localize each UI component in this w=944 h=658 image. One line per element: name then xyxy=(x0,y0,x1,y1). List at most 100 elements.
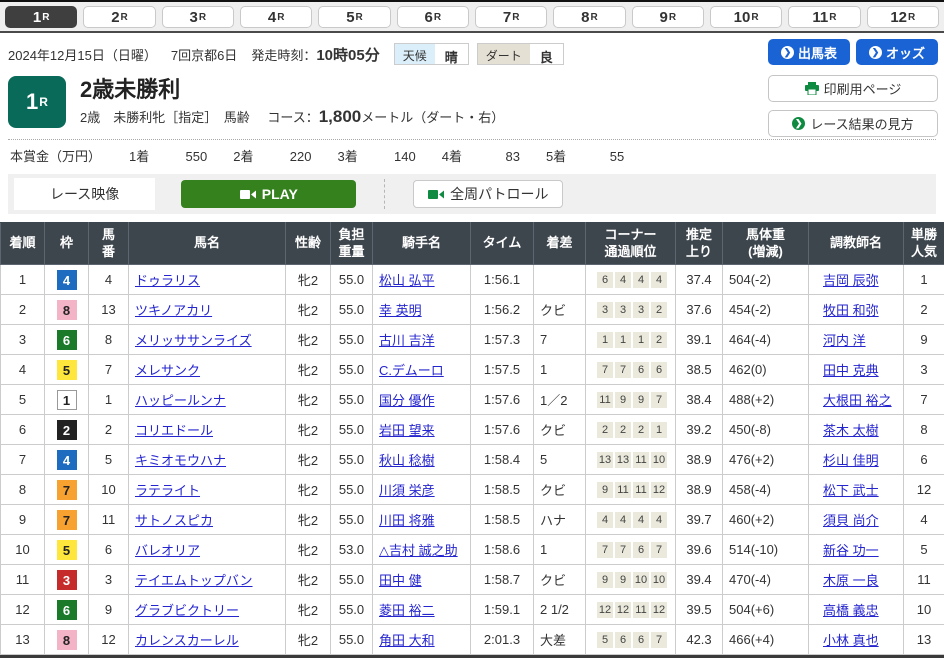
tab-9r[interactable]: 9R xyxy=(632,6,704,28)
tab-3r[interactable]: 3R xyxy=(162,6,234,28)
horse-weight-cell: 466(+4) xyxy=(723,625,809,655)
jockey-link[interactable]: 角田 大和 xyxy=(379,633,435,648)
results-guide-button[interactable]: ❯ レース結果の見方 xyxy=(768,110,938,137)
position-cell: 9 xyxy=(1,505,45,535)
table-row: 2813ツキノアカリ牝255.0幸 英明1:56.2クビ333237.6454(… xyxy=(1,295,944,325)
patrol-video-button[interactable]: 全周パトロール xyxy=(413,180,563,208)
corner-position: 6 xyxy=(597,272,613,288)
corner-order-cell: 11997 xyxy=(586,385,676,415)
corner-position: 4 xyxy=(651,272,667,288)
corner-position: 1 xyxy=(597,332,613,348)
horse-name-link[interactable]: メレサンク xyxy=(135,363,200,378)
tab-6r[interactable]: 6R xyxy=(397,6,469,28)
time-cell: 1:57.5 xyxy=(471,355,534,385)
corner-position: 11 xyxy=(633,602,649,618)
trainer-link[interactable]: 小林 真也 xyxy=(823,633,879,648)
horse-name-link[interactable]: バレオリア xyxy=(135,543,200,558)
results-table: 着順枠馬 番馬名性齢負担 重量騎手名タイム着差コーナー 通過順位推定 上り馬体重… xyxy=(0,222,944,655)
horse-name-cell: ドゥラリス xyxy=(129,265,286,295)
last3f-cell: 38.9 xyxy=(676,475,723,505)
horse-name-link[interactable]: サトノスピカ xyxy=(135,513,213,528)
tab-4r[interactable]: 4R xyxy=(240,6,312,28)
corner-order: 6444 xyxy=(590,272,671,288)
weather-badge: 天候 晴 xyxy=(394,43,469,65)
tab-suffix: R xyxy=(42,12,49,23)
horse-name-link[interactable]: カレンスカーレル xyxy=(135,633,239,648)
horse-name-link[interactable]: ドゥラリス xyxy=(135,273,200,288)
entries-button[interactable]: ❯ 出馬表 xyxy=(768,39,850,65)
sex-age-cell: 牝2 xyxy=(286,505,331,535)
waku-badge: 3 xyxy=(57,570,77,590)
jockey-link[interactable]: C.デムーロ xyxy=(379,363,444,378)
trainer-link[interactable]: 大根田 裕之 xyxy=(823,393,892,408)
trainer-link[interactable]: 杉山 佳明 xyxy=(823,453,879,468)
favorite-cell: 2 xyxy=(904,295,944,325)
tab-1r[interactable]: 1R xyxy=(5,6,77,28)
prize-place: 4着 xyxy=(442,149,462,164)
horse-name-link[interactable]: コリエドール xyxy=(135,423,213,438)
tab-5r[interactable]: 5R xyxy=(318,6,390,28)
horse-weight-cell: 458(-4) xyxy=(723,475,809,505)
race-tabs: 1R2R3R4R5R6R7R8R9R10R11R12R xyxy=(0,0,944,33)
trainer-link[interactable]: 須貝 尚介 xyxy=(823,513,879,528)
jockey-link[interactable]: 菱田 裕二 xyxy=(379,603,435,618)
trainer-link[interactable]: 高橋 義忠 xyxy=(823,603,879,618)
trainer-link[interactable]: 松下 武士 xyxy=(823,483,879,498)
tab-7r[interactable]: 7R xyxy=(475,6,547,28)
horse-name-link[interactable]: テイエムトップバン xyxy=(135,573,253,588)
trainer-link[interactable]: 茶木 太樹 xyxy=(823,423,879,438)
jockey-link[interactable]: 川須 栄彦 xyxy=(379,483,435,498)
trainer-link[interactable]: 木原 一良 xyxy=(823,573,879,588)
table-row: 9711サトノスピカ牝255.0川田 将雅1:58.5ハナ444439.7460… xyxy=(1,505,944,535)
waku-badge: 6 xyxy=(57,600,77,620)
waku-cell: 6 xyxy=(45,595,89,625)
tab-10r[interactable]: 10R xyxy=(710,6,782,28)
time-cell: 1:57.3 xyxy=(471,325,534,355)
horse-name-link[interactable]: ラテライト xyxy=(135,483,200,498)
position-cell: 2 xyxy=(1,295,45,325)
jockey-cell: △吉村 誠之助 xyxy=(373,535,471,565)
horse-name-link[interactable]: ツキノアカリ xyxy=(135,303,212,318)
tab-suffix: R xyxy=(512,12,519,23)
corner-position: 6 xyxy=(633,362,649,378)
odds-button[interactable]: ❯ オッズ xyxy=(856,39,938,65)
tab-12r[interactable]: 12R xyxy=(867,6,939,28)
horse-name-link[interactable]: キミオモウハナ xyxy=(135,453,226,468)
corner-position: 11 xyxy=(615,482,631,498)
jockey-link[interactable]: △吉村 誠之助 xyxy=(379,543,458,558)
trainer-link[interactable]: 吉岡 辰弥 xyxy=(823,273,879,288)
corner-order-cell: 3332 xyxy=(586,295,676,325)
jockey-link[interactable]: 岩田 望来 xyxy=(379,423,435,438)
jockey-link[interactable]: 松山 弘平 xyxy=(379,273,435,288)
trainer-link[interactable]: 牧田 和弥 xyxy=(823,303,879,318)
trainer-link[interactable]: 河内 洋 xyxy=(823,333,866,348)
jockey-link[interactable]: 国分 優作 xyxy=(379,393,435,408)
trainer-cell: 松下 武士 xyxy=(809,475,904,505)
waku-badge: 7 xyxy=(57,510,77,530)
trainer-link[interactable]: 新谷 功一 xyxy=(823,543,879,558)
jockey-cell: 田中 健 xyxy=(373,565,471,595)
tab-2r[interactable]: 2R xyxy=(83,6,155,28)
tab-11r[interactable]: 11R xyxy=(788,6,860,28)
divider xyxy=(384,179,385,209)
tab-8r[interactable]: 8R xyxy=(553,6,625,28)
play-button[interactable]: PLAY xyxy=(181,180,356,208)
jockey-link[interactable]: 田中 健 xyxy=(379,573,422,588)
jockey-link[interactable]: 秋山 稔樹 xyxy=(379,453,435,468)
jockey-link[interactable]: 幸 英明 xyxy=(379,303,422,318)
corner-position: 7 xyxy=(651,632,667,648)
tab-number: 10 xyxy=(734,9,751,26)
jockey-cell: 秋山 稔樹 xyxy=(373,445,471,475)
sex-age-cell: 牝2 xyxy=(286,445,331,475)
horse-name-link[interactable]: グラブビクトリー xyxy=(135,603,239,618)
position-cell: 4 xyxy=(1,355,45,385)
print-button[interactable]: 印刷用ページ xyxy=(768,75,938,102)
margin-cell: クビ xyxy=(534,475,586,505)
favorite-cell: 11 xyxy=(904,565,944,595)
jockey-link[interactable]: 古川 吉洋 xyxy=(379,333,435,348)
horse-name-link[interactable]: メリッササンライズ xyxy=(135,333,252,348)
trainer-link[interactable]: 田中 克典 xyxy=(823,363,879,378)
corner-order-cell: 12121112 xyxy=(586,595,676,625)
horse-name-link[interactable]: ハッピールンナ xyxy=(135,393,226,408)
jockey-link[interactable]: 川田 将雅 xyxy=(379,513,435,528)
